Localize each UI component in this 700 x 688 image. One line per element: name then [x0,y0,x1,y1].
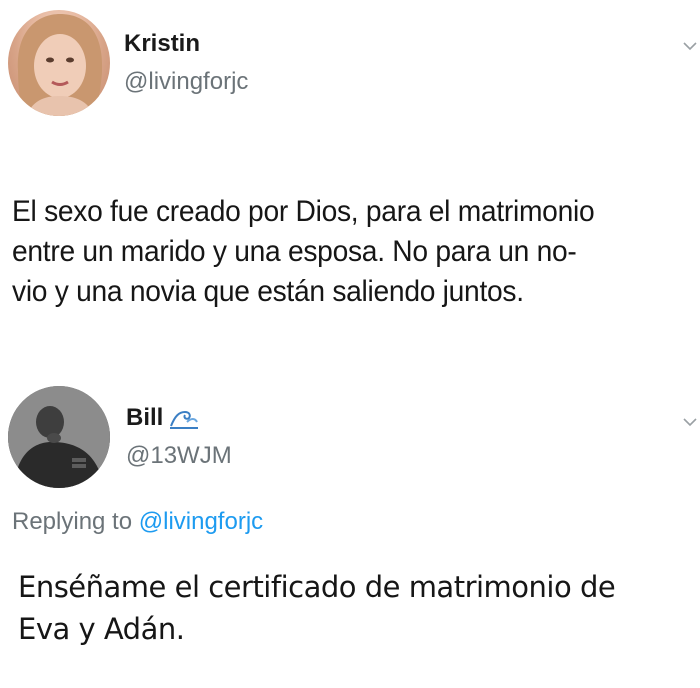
replying-to: Replying to @livingforjc [12,508,263,536]
user-handle[interactable]: @13WJM [126,442,232,470]
user-handle[interactable]: @livingforjc [124,68,248,96]
avatar[interactable] [8,10,110,116]
display-name[interactable]: Bill [126,404,199,432]
wave-emoji-icon [170,410,199,429]
replying-prefix: Replying to [12,508,133,535]
tweet-text: El sexo fue creado por Dios, para el mat… [12,195,595,308]
chevron-down-icon[interactable] [682,414,698,430]
chevron-down-icon[interactable] [682,38,698,54]
user-photo-icon [8,386,110,488]
replying-handle-link[interactable]: @livingforjc [139,508,263,535]
avatar[interactable] [8,386,110,488]
tweet-bill[interactable]: Bill @13WJM Replying to @livingforjc Ens… [0,368,700,688]
user-photo-icon [17,14,103,116]
display-name[interactable]: Kristin [124,30,200,58]
tweet-text: Enséñame el certificado de matrimonio de… [18,570,616,646]
display-name-text: Bill [126,404,164,431]
tweet-kristin[interactable]: Kristin @livingforjc El sexo fue creado … [0,0,700,360]
